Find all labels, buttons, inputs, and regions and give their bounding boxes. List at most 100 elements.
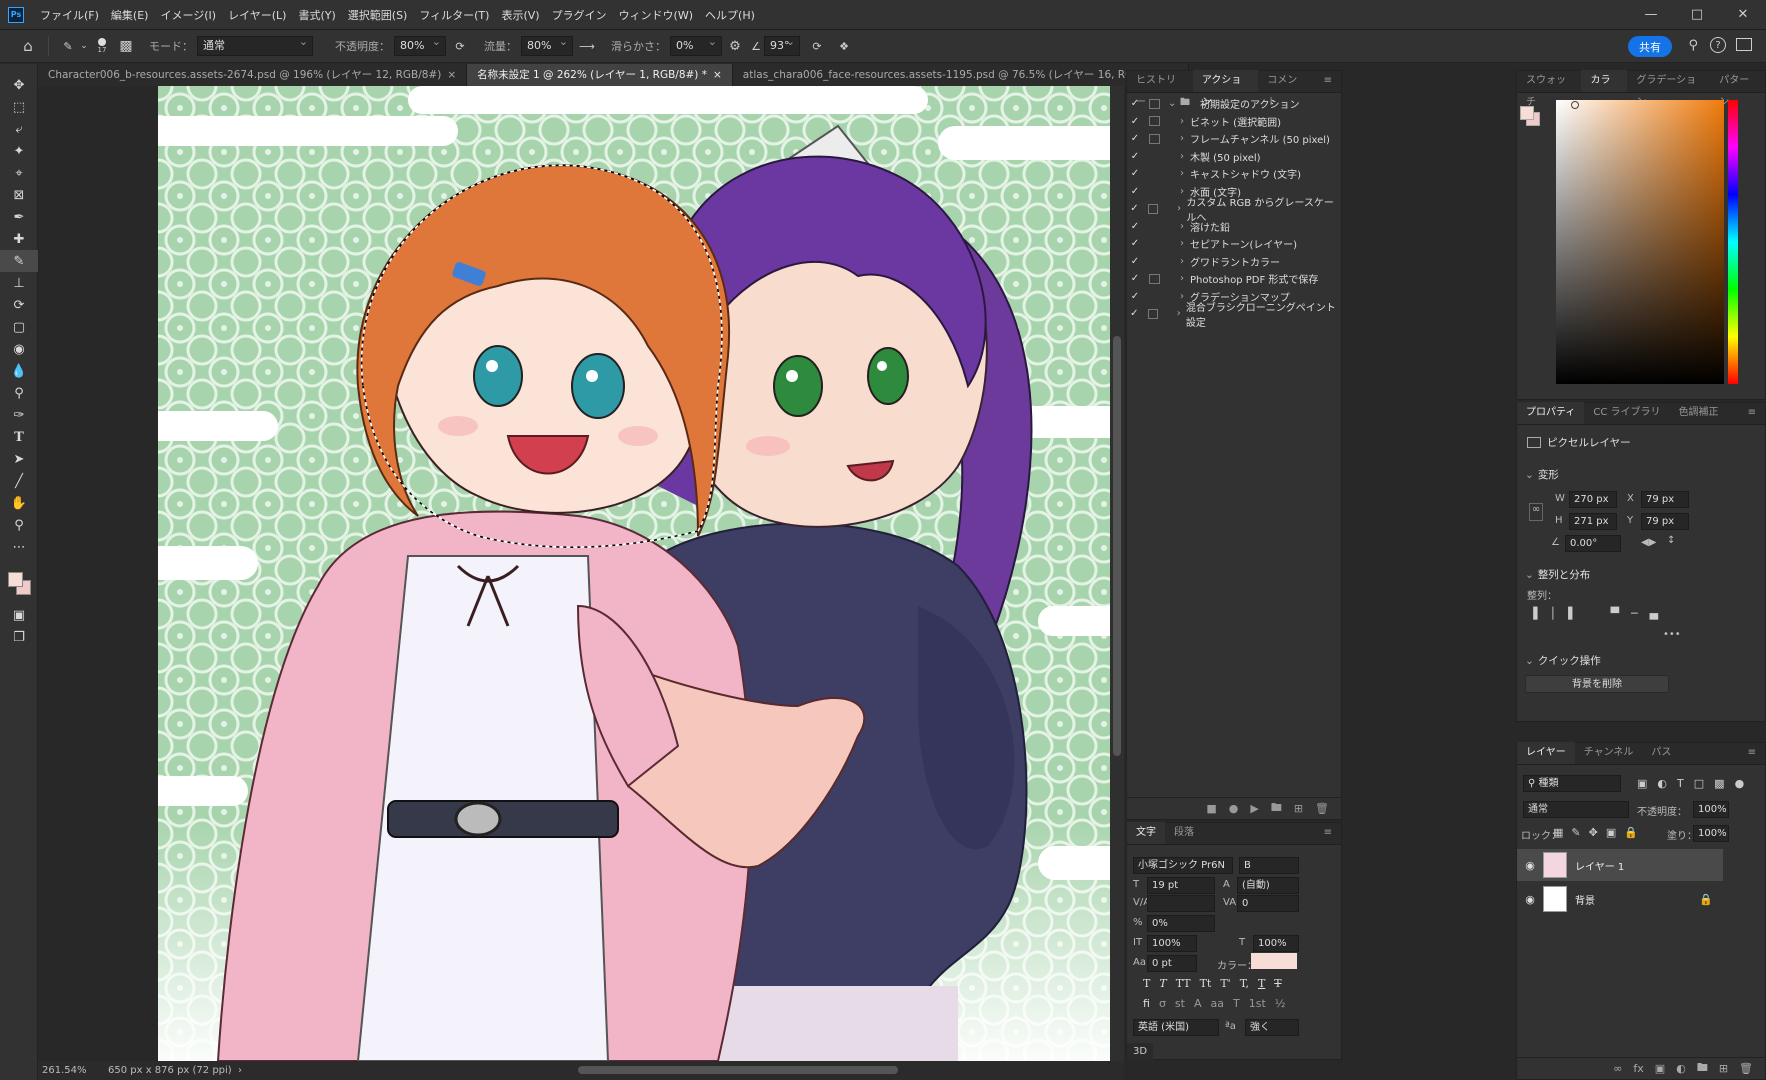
check-icon[interactable]: ✓ [1127,273,1143,284]
check-icon[interactable]: ✓ [1127,98,1143,109]
chevron-down-icon[interactable]: ⌄ [1525,469,1534,481]
font-size-field[interactable]: 19 pt [1147,877,1215,894]
dialog-toggle-icon[interactable] [1149,221,1160,231]
height-field[interactable]: 271 px [1569,513,1617,530]
check-icon[interactable]: ✓ [1127,308,1142,319]
tab-swatches[interactable]: スウォッチ [1517,70,1581,108]
ligature-icon[interactable]: fi [1143,997,1150,1010]
chevron-down-icon[interactable]: ⌄ [1525,655,1534,667]
mode-select[interactable]: 通常 [197,33,313,56]
tab-paragraph[interactable]: 段落 [1165,822,1203,844]
layer-row-2[interactable]: ◉ 背景 🔒 [1517,883,1723,915]
fill-field[interactable]: 100% [1693,825,1729,842]
document-canvas[interactable] [158,86,1110,1061]
tab-comments[interactable]: コメント [1258,70,1314,108]
tab-cc-libraries[interactable]: CC ライブラリ [1584,402,1669,424]
home-icon[interactable]: ⌂ [18,37,38,55]
check-icon[interactable]: ✓ [1127,203,1142,214]
filter-shape-icon[interactable]: □ [1694,777,1704,790]
small-caps-icon[interactable]: Tt [1200,977,1212,990]
action-item[interactable]: ✓ › ビネット (選択範囲) [1127,113,1341,131]
tab-gradients[interactable]: グラデーション [1627,70,1710,108]
chevron-right-icon[interactable]: › [1180,116,1190,127]
color-picker-handle[interactable] [1571,101,1579,109]
add-mask-icon[interactable]: ▣ [1655,1062,1665,1075]
brush-tool-active-icon[interactable]: ✎ [0,250,38,272]
canvas-area[interactable] [38,86,1110,1061]
dialog-toggle-icon[interactable] [1149,151,1160,161]
action-item[interactable]: ✓ › Photoshop PDF 形式で保存 [1127,270,1341,288]
fx-icon[interactable]: fx [1633,1062,1643,1075]
chevron-right-icon[interactable]: › [1180,133,1190,144]
delete-layer-icon[interactable]: 🗑 [1739,1062,1753,1075]
y-field[interactable]: 79 px [1641,513,1689,530]
discretionary-ligature-icon[interactable]: σ [1159,997,1166,1010]
paint-bucket-tool-icon[interactable]: ◉ [0,338,38,360]
x-field[interactable]: 79 px [1641,491,1689,508]
lasso-tool-icon[interactable]: ⤶ [0,118,38,140]
kerning-field[interactable] [1147,895,1215,912]
tab-channels[interactable]: チャンネル [1575,742,1643,764]
frame-tool-icon[interactable]: ⊠ [0,184,38,206]
chevron-down-icon[interactable]: ⌄ [1168,98,1180,109]
action-item[interactable]: ✓ › カスタム RGB からグレースケールへ [1127,198,1341,224]
menu-file[interactable]: ファイル(F) [34,7,105,23]
faux-italic-icon[interactable]: T [1159,977,1166,990]
vertical-scrollbar[interactable] [1110,86,1124,1061]
dialog-toggle-icon[interactable] [1149,133,1160,144]
strikethrough-icon[interactable]: T [1274,977,1281,990]
doc-tab-1[interactable]: Character006_b-resources.assets-2674.psd… [38,64,468,86]
angle-field[interactable]: 93° [764,33,800,56]
align-left-icon[interactable]: ▐ [1529,607,1537,620]
check-icon[interactable]: ✓ [1127,116,1143,127]
foreground-color-swatch[interactable] [8,572,23,587]
check-icon[interactable]: ✓ [1127,168,1143,179]
action-item[interactable]: ✓ › セピアトーン(レイヤー) [1127,235,1341,253]
chevron-down-icon[interactable]: ⌄ [1525,569,1534,581]
underline-icon[interactable]: T [1258,977,1265,990]
tab-color[interactable]: カラー [1581,70,1628,108]
chevron-right-icon[interactable]: › [1180,238,1190,249]
eyedropper-tool-icon[interactable]: ✒ [0,206,38,228]
type-tool-icon[interactable]: T [0,426,38,448]
menu-layer[interactable]: レイヤー(L) [222,7,292,23]
workspace-icon[interactable] [1736,38,1752,51]
tab-character[interactable]: 文字 [1127,822,1165,844]
superscript-icon[interactable]: T' [1220,977,1230,990]
layer-row-1[interactable]: ◉ レイヤー 1 [1517,849,1723,881]
chevron-right-icon[interactable]: › [1180,168,1190,179]
brush-preset-picker[interactable]: 17 [91,38,113,54]
stylistic-alt-icon[interactable]: A [1194,997,1202,1010]
line-tool-icon[interactable]: ╱ [0,470,38,492]
record-icon[interactable]: ● [1229,802,1239,815]
filter-type-icon[interactable]: T [1677,777,1684,790]
dialog-toggle-icon[interactable] [1149,186,1160,196]
subscript-icon[interactable]: T, [1240,977,1249,990]
opacity-field[interactable]: 80% [394,33,446,56]
chevron-right-icon[interactable]: › [1180,256,1190,267]
filter-toggle-icon[interactable]: ● [1735,777,1745,790]
flip-vertical-icon[interactable]: ↕ [1667,535,1675,546]
brush-tool-icon[interactable]: ✎ [59,40,77,53]
dialog-toggle-icon[interactable] [1149,98,1160,109]
chevron-right-icon[interactable]: › [1177,308,1186,319]
healing-brush-tool-icon[interactable]: ✚ [0,228,38,250]
dialog-toggle-icon[interactable] [1149,273,1160,284]
menu-edit[interactable]: 編集(E) [105,7,155,23]
faux-bold-icon[interactable]: T [1143,977,1150,990]
zoom-level[interactable]: 261.54% [42,1065,102,1076]
airbrush-icon[interactable]: ⟶ [573,40,601,53]
chevron-right-icon[interactable]: › [1177,203,1186,214]
tab-properties[interactable]: プロパティ [1517,402,1585,424]
panel-menu-icon[interactable]: ≡ [1315,70,1341,92]
align-top-icon[interactable]: ▀ [1611,607,1619,620]
pressure-opacity-icon[interactable]: ⟳ [446,40,474,53]
delete-icon[interactable]: 🗑 [1315,802,1329,815]
lock-pixels-icon[interactable]: ✎ [1571,826,1580,839]
horizontal-scale-field[interactable]: 100% [1253,935,1299,952]
remove-background-button[interactable]: 背景を削除 [1525,675,1669,693]
tab-adjustments[interactable]: 色調補正 [1670,402,1728,424]
path-selection-tool-icon[interactable]: ➤ [0,448,38,470]
maximize-icon[interactable]: □ [1674,0,1720,30]
antialias-select[interactable]: 強く [1245,1019,1299,1036]
